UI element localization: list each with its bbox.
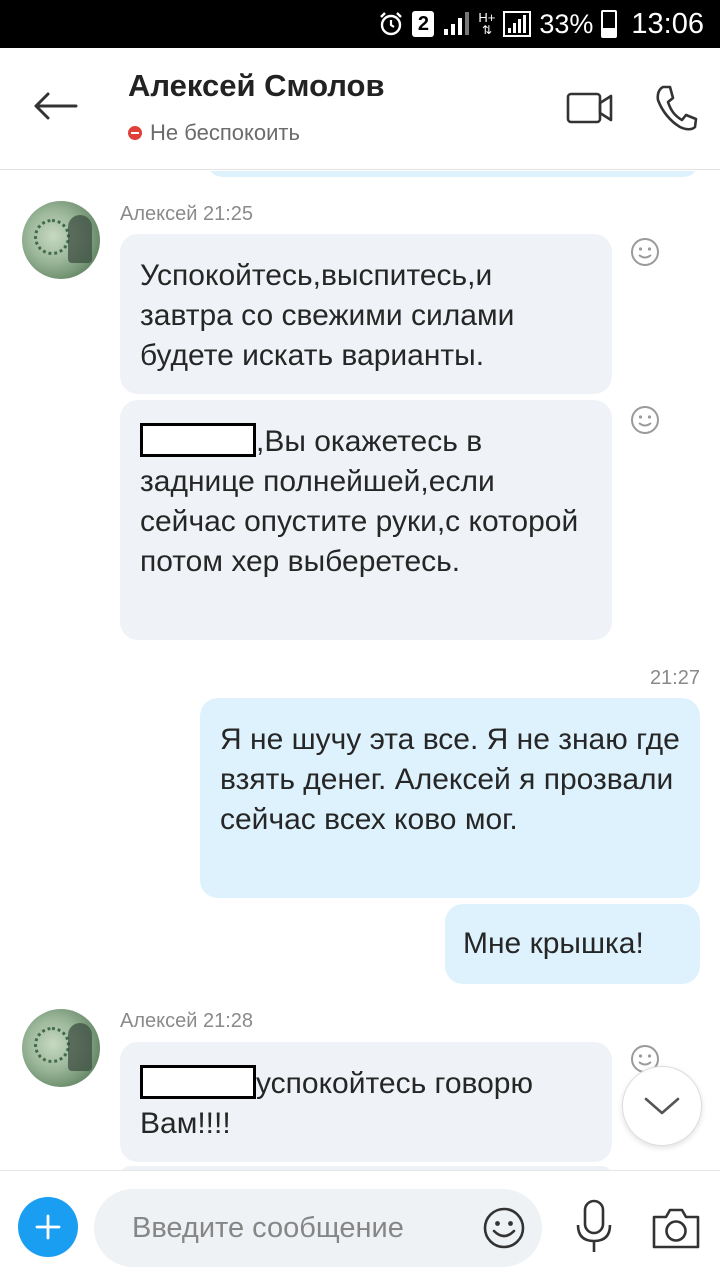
- message-text: успокойтесь говорю Вам!!!!: [140, 1064, 592, 1144]
- data-arrows-icon: ⇅: [481, 23, 492, 37]
- reaction-icon[interactable]: [630, 405, 660, 435]
- chevron-down-icon: [644, 1097, 680, 1115]
- add-content-button[interactable]: [18, 1197, 78, 1257]
- reaction-icon[interactable]: [630, 237, 660, 267]
- back-button[interactable]: [28, 84, 82, 128]
- chat-header: Алексей Смолов Не беспокоить: [0, 48, 720, 170]
- video-call-icon: [566, 92, 613, 124]
- sender-meta: Алексей 21:25: [120, 203, 254, 225]
- microphone-icon: [576, 1199, 612, 1252]
- redaction-box: [140, 1065, 256, 1099]
- camera-icon: [652, 1208, 700, 1249]
- signal-icon-2: [503, 11, 532, 37]
- voice-message-button[interactable]: [572, 1199, 616, 1255]
- status-bar-right: 2 H+ ⇅ 33% 13:06: [378, 0, 704, 48]
- message-text: ,Вы окажетесь в заднице полнейшей,если с…: [140, 422, 592, 582]
- message-input[interactable]: [132, 1189, 472, 1267]
- status-bar: 2 H+ ⇅ 33% 13:06: [0, 0, 720, 48]
- video-call-button[interactable]: [566, 88, 614, 128]
- outgoing-message-bubble[interactable]: Мне крышка!: [445, 904, 700, 984]
- redaction-box: [140, 423, 256, 457]
- emoji-icon[interactable]: [482, 1206, 526, 1250]
- presence-status: Не беспокоить: [128, 120, 300, 146]
- signal-icon: [442, 11, 470, 37]
- message-list[interactable]: Алексей 21:25 Успокойтесь,выспитесь,и за…: [0, 171, 720, 1170]
- phone-icon: [656, 85, 698, 131]
- incoming-message-bubble[interactable]: Успокойтесь,выспитесь,и завтра со свежим…: [120, 234, 612, 394]
- scroll-to-bottom-button[interactable]: [622, 1066, 702, 1146]
- contact-name[interactable]: Алексей Смолов: [128, 68, 385, 104]
- audio-call-button[interactable]: [654, 84, 698, 132]
- alarm-icon: [378, 11, 404, 37]
- status-time: 13:06: [631, 7, 704, 40]
- battery-percent: 33%: [539, 8, 594, 39]
- plus-icon: [35, 1214, 61, 1240]
- network-type-label: H+ ⇅: [478, 11, 495, 37]
- message-input-container: [94, 1189, 542, 1267]
- battery-level: [603, 28, 616, 36]
- outgoing-message-bubble[interactable]: Я не шучу эта все. Я не знаю где взять д…: [200, 698, 700, 898]
- presence-label: Не беспокоить: [150, 120, 300, 145]
- incoming-message-bubble[interactable]: ,Вы окажетесь в заднице полнейшей,если с…: [120, 400, 612, 640]
- do-not-disturb-icon: [128, 126, 142, 140]
- back-arrow-icon: [34, 92, 78, 120]
- message-text: Успокойтесь,выспитесь,и завтра со свежим…: [140, 259, 515, 372]
- sender-meta: Алексей 21:28: [120, 1010, 254, 1032]
- sender-avatar[interactable]: [22, 201, 100, 279]
- incoming-message-bubble[interactable]: успокойтесь говорю Вам!!!!: [120, 1042, 612, 1162]
- camera-button[interactable]: [650, 1205, 702, 1251]
- message-text: Мне крышка!: [463, 927, 644, 960]
- previous-message-bubble: [208, 171, 698, 177]
- sim-indicator: 2: [412, 11, 435, 37]
- sender-avatar[interactable]: [22, 1009, 100, 1087]
- battery-icon: [601, 10, 618, 38]
- message-time: 21:27: [649, 667, 700, 689]
- message-composer: [0, 1170, 720, 1280]
- message-text: Я не шучу эта все. Я не знаю где взять д…: [220, 723, 680, 836]
